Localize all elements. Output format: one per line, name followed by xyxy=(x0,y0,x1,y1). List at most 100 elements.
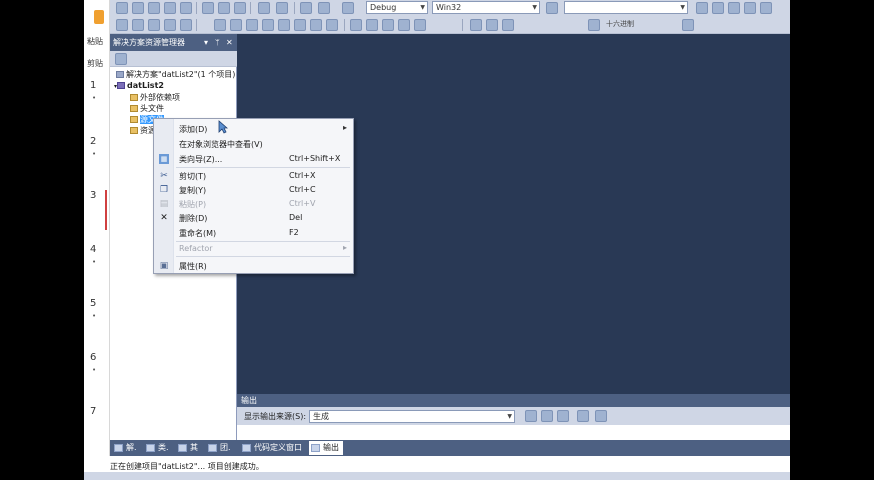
find-message-icon[interactable] xyxy=(525,410,537,422)
menu-item-refactor[interactable]: Refactor ▸ xyxy=(154,242,353,256)
hex-label[interactable]: 十六进制 xyxy=(606,19,634,29)
context-menu: 添加(D) ▸ 在对象浏览器中查看(V) ▦ 类向导(Z)... Ctrl+Sh… xyxy=(153,118,354,274)
clipboard-label: 剪贴 xyxy=(87,59,103,68)
tab-class-view[interactable]: 类. xyxy=(144,441,169,455)
word-wrap-icon[interactable] xyxy=(595,410,607,422)
properties-icon[interactable] xyxy=(115,53,127,65)
menu-item-label: 类向导(Z)... xyxy=(179,155,223,164)
output-icon xyxy=(311,444,320,452)
class-wizard-icon: ▦ xyxy=(159,154,169,164)
solution-platform-value: Win32 xyxy=(436,3,462,12)
redo-icon[interactable] xyxy=(276,2,288,14)
menu-item-add[interactable]: 添加(D) ▸ xyxy=(154,122,353,136)
text-editor-icon[interactable] xyxy=(164,19,176,31)
output-text-area[interactable] xyxy=(237,425,790,440)
clear-all-icon[interactable] xyxy=(577,410,589,422)
paste-icon[interactable] xyxy=(234,2,246,14)
copy-icon[interactable] xyxy=(218,2,230,14)
cut-icon[interactable] xyxy=(202,2,214,14)
bookmark-clear-icon[interactable] xyxy=(326,19,338,31)
text-editor-icon[interactable] xyxy=(132,19,144,31)
toolbox-icon[interactable] xyxy=(744,2,756,14)
save-all-icon[interactable] xyxy=(180,2,192,14)
debug-icon[interactable] xyxy=(398,19,410,31)
next-message-icon[interactable] xyxy=(557,410,569,422)
paste-label: 粘贴 xyxy=(87,37,103,46)
menu-item-shortcut: F2 xyxy=(289,228,299,237)
toolbar-separator xyxy=(344,19,345,31)
prev-message-icon[interactable] xyxy=(541,410,553,422)
ruler-number: 5 xyxy=(90,298,97,309)
step-out-icon[interactable] xyxy=(502,19,514,31)
tab-output[interactable]: 输出 xyxy=(309,441,343,455)
folder-icon xyxy=(130,105,138,112)
tree-item-solution[interactable]: 解决方案"datList2"(1 个项目) xyxy=(116,69,235,80)
tab-solution-explorer[interactable]: 解. xyxy=(112,441,137,455)
chevron-down-icon: ▼ xyxy=(507,413,512,420)
menu-item-delete[interactable]: ✕ 删除(D) Del xyxy=(154,211,353,225)
bookmark-icon[interactable] xyxy=(278,19,290,31)
find-in-files-icon[interactable] xyxy=(546,2,558,14)
breakpoints-icon[interactable] xyxy=(682,19,694,31)
add-item-icon[interactable] xyxy=(132,2,144,14)
tab-team-explorer[interactable]: 团. xyxy=(206,441,231,455)
object-browser-icon[interactable] xyxy=(728,2,740,14)
open-file-icon[interactable] xyxy=(148,2,160,14)
tab-label: 解. xyxy=(126,443,137,452)
text-editor-icon[interactable] xyxy=(180,19,192,31)
solution-explorer-title-bar[interactable]: 解决方案资源管理器 ▾ ᛘ ✕ xyxy=(110,34,237,51)
outdent-icon[interactable] xyxy=(230,19,242,31)
save-icon[interactable] xyxy=(164,2,176,14)
menu-item-class-wizard[interactable]: ▦ 类向导(Z)... Ctrl+Shift+X xyxy=(154,152,353,166)
menu-separator xyxy=(176,256,350,257)
properties-icon[interactable] xyxy=(712,2,724,14)
menu-item-cut[interactable]: ✂ 剪切(T) Ctrl+X xyxy=(154,169,353,183)
uncomment-icon[interactable] xyxy=(262,19,274,31)
debug-icon[interactable] xyxy=(366,19,378,31)
tree-item-header-files[interactable]: 头文件 xyxy=(130,103,164,114)
text-editor-icon[interactable] xyxy=(116,19,128,31)
toolbar-row-standard: Debug ▼ Win32 ▼ ▼ xyxy=(110,0,790,16)
tree-item-project[interactable]: ▾ datList2 xyxy=(114,81,164,90)
menu-item-view-object-browser[interactable]: 在对象浏览器中查看(V) xyxy=(154,137,353,151)
output-title-bar[interactable]: 输出 xyxy=(237,394,790,407)
close-icon[interactable]: ✕ xyxy=(226,34,233,51)
indent-icon[interactable] xyxy=(214,19,226,31)
navigate-back-icon[interactable] xyxy=(300,2,312,14)
navigate-forward-icon[interactable] xyxy=(318,2,330,14)
bookmark-next-icon[interactable] xyxy=(310,19,322,31)
ruler-number: 3 xyxy=(90,190,97,201)
new-project-icon[interactable] xyxy=(116,2,128,14)
menu-item-rename[interactable]: 重命名(M) F2 xyxy=(154,226,353,240)
step-into-icon[interactable] xyxy=(470,19,482,31)
hex-display-icon[interactable] xyxy=(588,19,600,31)
start-debug-icon[interactable] xyxy=(342,2,354,14)
text-editor-icon[interactable] xyxy=(148,19,160,31)
solution-config-select[interactable]: Debug ▼ xyxy=(366,1,428,14)
window-position-icon[interactable]: ▾ xyxy=(204,34,208,51)
debug-icon[interactable] xyxy=(350,19,362,31)
solution-explorer-icon[interactable] xyxy=(696,2,708,14)
debug-icon[interactable] xyxy=(414,19,426,31)
find-combo[interactable]: ▼ xyxy=(564,1,688,14)
output-source-value: 生成 xyxy=(313,412,329,421)
menu-item-paste[interactable]: ▤ 粘贴(P) Ctrl+V xyxy=(154,197,353,211)
step-over-icon[interactable] xyxy=(486,19,498,31)
menu-item-copy[interactable]: ❐ 复制(Y) Ctrl+C xyxy=(154,183,353,197)
tab-property-manager[interactable]: 其 xyxy=(176,441,198,455)
comment-icon[interactable] xyxy=(246,19,258,31)
debug-icon[interactable] xyxy=(382,19,394,31)
bookmark-prev-icon[interactable] xyxy=(294,19,306,31)
pin-icon[interactable]: ᛘ xyxy=(215,34,220,51)
undo-icon[interactable] xyxy=(258,2,270,14)
tree-item-external-deps[interactable]: 外部依赖项 xyxy=(130,92,180,103)
solution-platform-select[interactable]: Win32 ▼ xyxy=(432,1,540,14)
output-source-select[interactable]: 生成 ▼ xyxy=(309,410,515,423)
tab-code-definition[interactable]: 代码定义窗口 xyxy=(240,441,302,455)
paste-icon[interactable] xyxy=(94,10,104,24)
start-page-icon[interactable] xyxy=(760,2,772,14)
ruler-dot: • xyxy=(92,150,97,158)
menu-item-properties[interactable]: ▣ 属性(R) xyxy=(154,259,353,273)
tree-item-label: datList2 xyxy=(127,81,164,90)
ruler-dot: • xyxy=(92,258,97,266)
